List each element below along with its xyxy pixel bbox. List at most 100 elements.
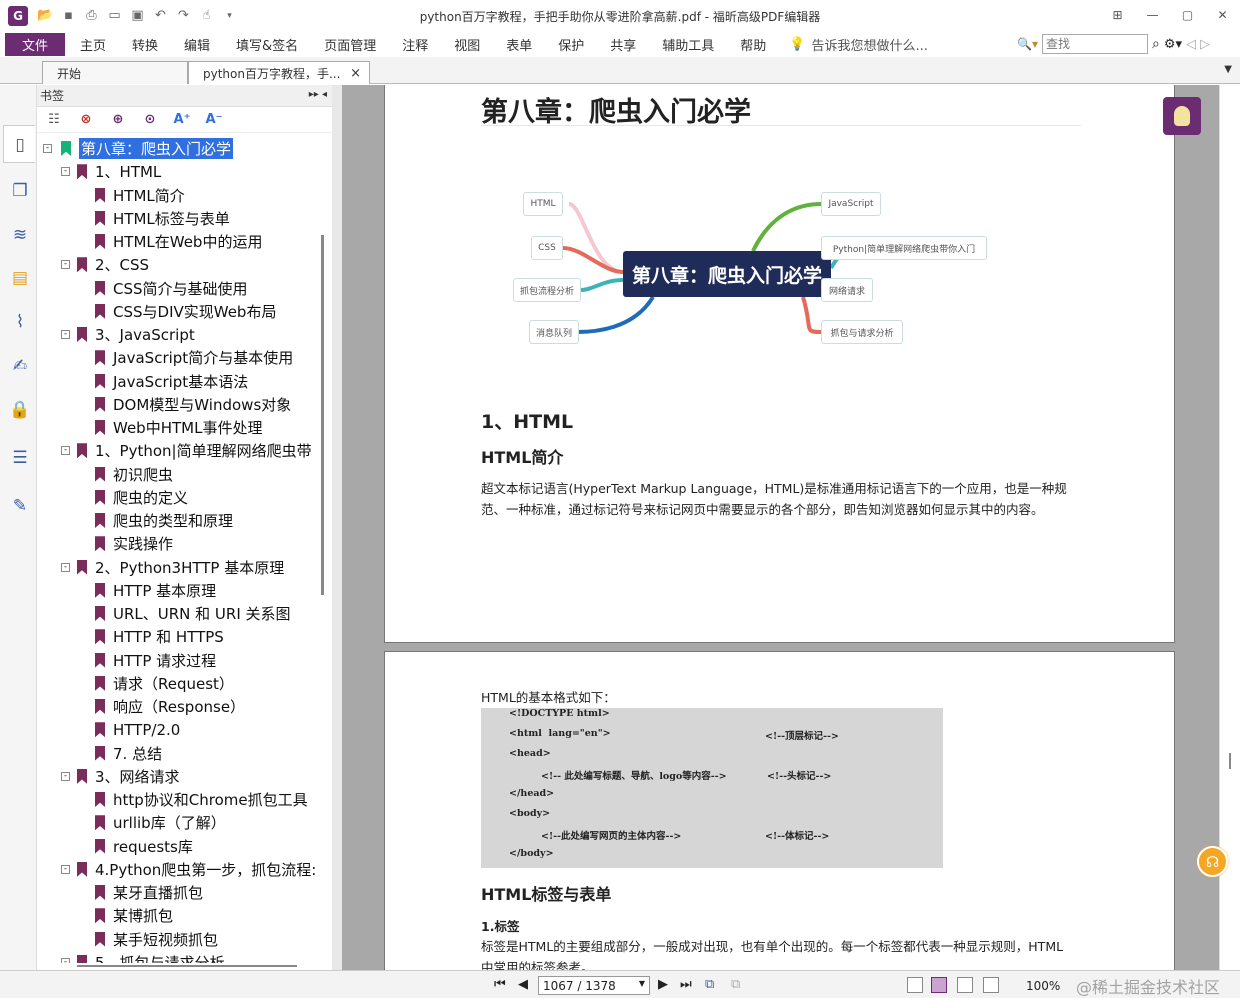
bookmark-item[interactable]: - 1、Python|简单理解网络爬虫带 — [61, 439, 312, 462]
previous-page-icon[interactable]: ◀ — [518, 977, 528, 992]
bookmark-item[interactable]: HTTP/2.0 — [95, 718, 180, 741]
bookmark-item[interactable]: 7. 总结 — [95, 742, 162, 765]
increase-text-icon[interactable]: A⁺ — [171, 110, 193, 130]
menu-organize[interactable]: 页面管理 — [311, 35, 389, 54]
bookmark-item[interactable]: HTTP 请求过程 — [95, 649, 216, 672]
tab-start[interactable]: 开始 — [42, 61, 188, 84]
add-bookmark-icon[interactable]: ⊕ — [107, 110, 129, 130]
tips-button[interactable] — [1163, 97, 1201, 135]
menu-form[interactable]: 表单 — [493, 35, 545, 54]
bookmark-item[interactable]: CSS与DIV实现Web布局 — [95, 300, 276, 323]
bookmark-item[interactable]: HTML简介 — [95, 184, 185, 207]
menu-home[interactable]: 主页 — [67, 35, 119, 54]
save-icon[interactable]: ▪ — [59, 6, 78, 25]
bookmark-icon[interactable]: ▯ — [7, 132, 33, 158]
bookmark-item[interactable]: HTTP 和 HTTPS — [95, 625, 224, 648]
bookmark-item[interactable]: JavaScript简介与基本使用 — [95, 346, 293, 369]
bookmark-item[interactable]: JavaScript基本语法 — [95, 370, 248, 393]
new-icon[interactable]: ▭ — [105, 6, 124, 25]
bookmark-item[interactable]: HTTP 基本原理 — [95, 579, 216, 602]
open-icon[interactable]: 📂 — [36, 6, 55, 25]
bookmark-item[interactable]: 爬虫的定义 — [95, 486, 188, 509]
menu-share[interactable]: 共享 — [597, 35, 649, 54]
bookmark-item[interactable]: 某牙直播抓包 — [95, 881, 203, 904]
menu-fill-sign[interactable]: 填写&签名 — [223, 35, 311, 54]
page-dropdown-icon[interactable]: ▼ — [639, 979, 645, 988]
tab-close-icon[interactable]: × — [350, 66, 361, 81]
single-page-view-icon[interactable] — [907, 977, 923, 993]
expand-collapse-icon[interactable]: - — [61, 167, 70, 177]
facing-view-icon[interactable] — [957, 977, 973, 993]
content-icon[interactable]: ☰ — [7, 445, 33, 471]
expand-collapse-icon[interactable]: - — [61, 562, 70, 572]
menu-view[interactable]: 视图 — [441, 35, 493, 54]
bookmark-item[interactable]: HTML在Web中的运用 — [95, 230, 262, 253]
signature-icon[interactable]: ✍ — [7, 353, 33, 379]
document-view[interactable]: 第八章：爬虫入门必学 第八章：爬虫入门必学 HTML CSS 抓包流程分析 消息… — [342, 85, 1219, 970]
bookmark-item[interactable]: 爬虫的类型和原理 — [95, 509, 233, 532]
expand-collapse-icon[interactable]: - — [43, 144, 52, 153]
menu-edit[interactable]: 编辑 — [171, 35, 223, 54]
menu-help[interactable]: 帮助 — [727, 35, 779, 54]
grid-icon[interactable]: ⊞ — [1100, 0, 1135, 30]
back-icon[interactable]: ◁ — [1186, 37, 1196, 52]
tab-document[interactable]: python百万字教程，手... × — [188, 61, 370, 84]
pages-icon[interactable]: ❐ — [7, 178, 33, 204]
bookmark-item[interactable]: 请求（Request） — [95, 672, 234, 695]
bookmark-item[interactable]: http协议和Chrome抓包工具 — [95, 788, 308, 811]
page-number-input[interactable]: 1067 / 1378 ▼ — [538, 976, 650, 995]
layers-icon[interactable]: ≋ — [7, 222, 33, 248]
search-input[interactable] — [1041, 34, 1148, 54]
bookmark-item[interactable]: - 2、Python3HTTP 基本原理 — [61, 556, 284, 579]
bookmark-item[interactable]: 实践操作 — [95, 532, 173, 555]
search-icon[interactable]: ⌕ — [1152, 36, 1160, 52]
insert-pages-icon[interactable]: ⧉ — [731, 977, 740, 992]
close-icon[interactable]: ✕ — [1205, 0, 1240, 30]
bookmark-horizontal-scrollbar[interactable] — [77, 965, 297, 967]
redo-icon[interactable]: ↷ — [174, 6, 193, 25]
hand-tool-icon[interactable]: ☝ — [197, 6, 216, 25]
continuous-view-icon[interactable] — [931, 977, 947, 993]
menu-accessibility[interactable]: 辅助工具 — [649, 35, 727, 54]
customize-icon[interactable]: ▾ — [220, 6, 239, 25]
menu-convert[interactable]: 转换 — [119, 35, 171, 54]
bookmark-options-icon[interactable]: ☷ — [43, 110, 65, 130]
panel-collapse-icon[interactable]: ▸▸ ◂ — [309, 89, 327, 100]
bookmark-item[interactable]: - 1、HTML — [61, 160, 161, 183]
undo-icon[interactable]: ↶ — [151, 6, 170, 25]
bookmark-scrollbar[interactable] — [321, 235, 324, 595]
bookmark-item[interactable]: HTML标签与表单 — [95, 207, 230, 230]
tell-me-box[interactable]: 💡 告诉我您想做什么... — [789, 35, 928, 54]
panel-splitter[interactable] — [332, 85, 342, 970]
document-scrollbar[interactable] — [1219, 85, 1240, 970]
bookmark-item[interactable]: - 第八章：爬虫入门必学 — [43, 137, 234, 160]
print-icon[interactable]: ⎙ — [82, 6, 101, 25]
bookmark-item[interactable]: 某手短视频抓包 — [95, 928, 218, 951]
restore-icon[interactable]: ▢ — [1170, 0, 1205, 30]
menu-comment[interactable]: 注释 — [389, 35, 441, 54]
bookmark-item[interactable]: - 5、抓包与请求分析 — [61, 951, 225, 963]
delete-bookmark-icon[interactable]: ⊗ — [75, 110, 97, 130]
image-icon[interactable]: ▣ — [128, 6, 147, 25]
expand-collapse-icon[interactable]: - — [61, 957, 70, 963]
bookmark-item[interactable]: DOM模型与Windows对象 — [95, 393, 291, 416]
bookmark-item[interactable]: Web中HTML事件处理 — [95, 416, 262, 439]
bookmark-item[interactable]: 某博抓包 — [95, 904, 173, 927]
comments-icon[interactable]: ▤ — [7, 265, 33, 291]
expand-collapse-icon[interactable]: - — [61, 330, 70, 339]
expand-collapse-icon[interactable]: - — [61, 446, 70, 456]
bookmark-item[interactable]: - 4.Python爬虫第一步，抓包流程: — [61, 858, 316, 881]
extract-pages-icon[interactable]: ⧉ — [705, 977, 714, 992]
next-page-icon[interactable]: ▶ — [658, 977, 668, 992]
zoom-level[interactable]: 100% — [1026, 979, 1060, 993]
expand-collapse-icon[interactable]: - — [61, 864, 70, 874]
bookmark-item[interactable]: urllib库（了解） — [95, 811, 226, 834]
last-page-icon[interactable]: ⏭ — [680, 977, 692, 992]
bookmark-item[interactable]: CSS简介与基础使用 — [95, 277, 248, 300]
bookmark-item[interactable]: requests库 — [95, 835, 193, 858]
find-options-icon[interactable]: 🔍▾ — [1017, 37, 1038, 51]
bookmark-item[interactable]: - 2、CSS — [61, 253, 149, 276]
security-icon[interactable]: 🔒 — [7, 397, 33, 423]
bookmark-item[interactable]: - 3、JavaScript — [61, 323, 195, 346]
support-headset-icon[interactable]: ☊ — [1197, 846, 1228, 877]
